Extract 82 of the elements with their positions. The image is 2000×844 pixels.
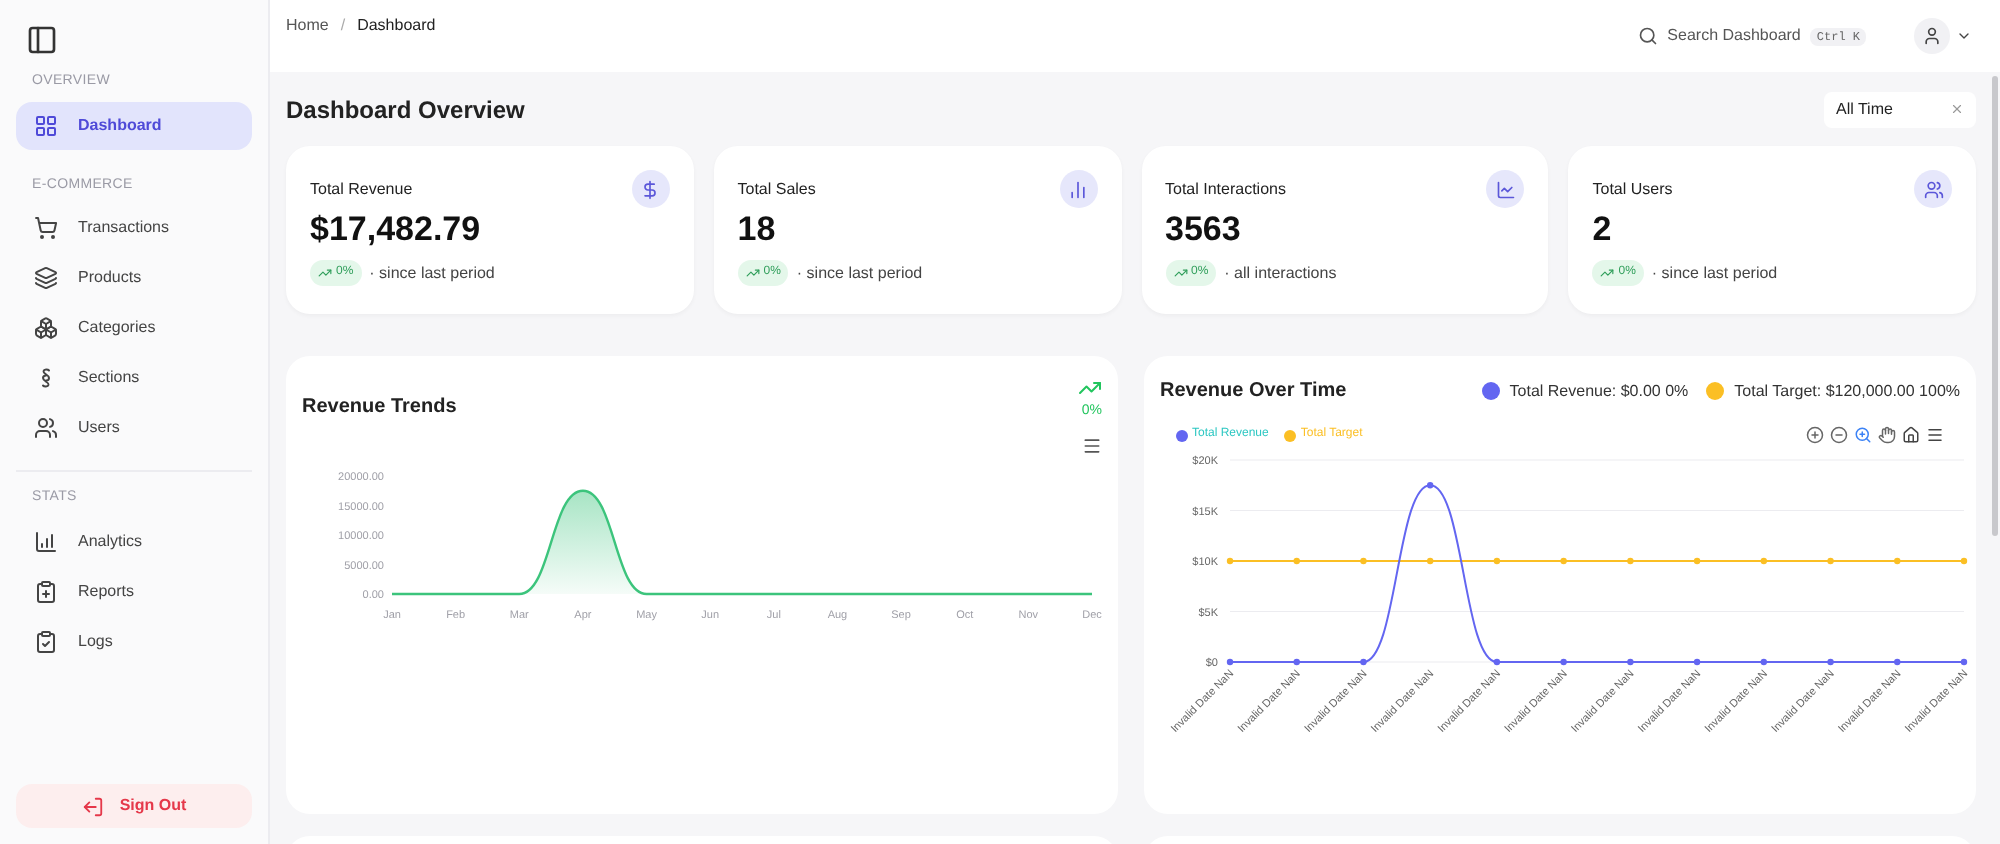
nav-item[interactable]: Transactions [16,204,252,252]
breadcrumb-separator: / [340,14,346,38]
point [1293,658,1300,666]
users-icon [1914,170,1952,208]
bar-chart-icon [34,529,58,553]
chart-title: Revenue Over Time [1160,378,1347,406]
scrollbar[interactable] [1992,76,1998,536]
zoom-out-icon[interactable] [1830,426,1848,444]
magnifier-icon[interactable] [1854,426,1872,444]
page-title: Dashboard Overview [286,93,525,127]
point [1560,557,1567,565]
point [1760,658,1768,666]
point [1493,557,1501,565]
nav-item[interactable]: Logs [16,617,252,665]
users-icon [34,416,58,440]
panel-toggle-icon[interactable] [26,24,58,56]
logout-icon [81,795,104,817]
point [1560,658,1567,666]
search-icon [1637,26,1658,46]
breadcrumb-current: Dashboard [357,14,436,38]
stat-title: Total Revenue [310,178,413,202]
point [1693,658,1701,666]
stat-value: 18 [737,212,778,246]
clear-icon[interactable] [1950,102,1964,116]
point [1493,658,1501,666]
stat-note: · since last period [369,261,495,285]
point [1693,557,1701,565]
point [1960,557,1968,565]
nav-item[interactable]: Reports [16,567,252,615]
clipboard-plus-icon [34,579,58,603]
breadcrumb-link[interactable]: Home [286,14,329,38]
nav-item[interactable]: Products [16,254,252,302]
nav-item[interactable]: Sections [16,354,252,402]
stat-note: · since last period [796,261,923,285]
boxes-icon [34,316,58,340]
period-filter[interactable]: All Time [1824,91,1976,127]
stat-value: 3563 [1165,212,1243,246]
legend-label: Total Target: $120,000.00 100% [1734,379,1960,403]
point [1426,482,1434,489]
home-icon[interactable] [1902,426,1920,444]
point [1627,658,1634,666]
sign-out-button[interactable]: Sign Out [16,784,252,828]
dollar-icon [631,170,670,208]
point [1360,557,1367,565]
point [1426,557,1434,565]
point [1894,557,1901,565]
stat-title: Total Interactions [1165,178,1286,202]
user-avatar[interactable] [1914,18,1950,54]
point [1360,658,1367,666]
nav-item[interactable]: Categories [16,304,252,352]
bar-chart-icon [1059,170,1097,208]
stat-title: Total Users [1592,178,1673,202]
trend-up-icon [1078,376,1102,400]
layers-icon [34,266,58,290]
point [1827,658,1834,666]
stat-note: · since last period [1651,261,1778,285]
clipboard-check-icon [34,629,58,653]
menu-icon[interactable] [1926,426,1944,444]
legend-label: Total Revenue: $0.00 0% [1509,379,1689,403]
stat-note: · all interactions [1224,261,1337,285]
dashboard-icon [34,113,58,137]
stat-value: 2 [1592,212,1614,246]
cart-icon [34,216,58,240]
point [1226,658,1234,666]
stat-value: $17,482.79 [310,212,483,246]
hand-icon[interactable] [1878,426,1896,444]
zoom-in-icon[interactable] [1806,426,1824,444]
chart-title: Revenue Trends [302,394,457,422]
line-chart-icon [1486,170,1525,208]
point [1293,557,1300,565]
nav-item[interactable]: Dashboard [16,101,252,149]
point [1960,658,1968,666]
point [1894,658,1901,666]
point [1226,557,1234,565]
point [1760,557,1768,565]
chevron-down-icon[interactable] [1956,28,1972,44]
nav-item[interactable]: Analytics [16,517,252,565]
point [1827,557,1834,565]
stat-title: Total Sales [737,178,816,202]
menu-icon[interactable] [1082,435,1102,455]
nav-item[interactable]: Users [16,404,252,452]
point [1627,557,1634,565]
